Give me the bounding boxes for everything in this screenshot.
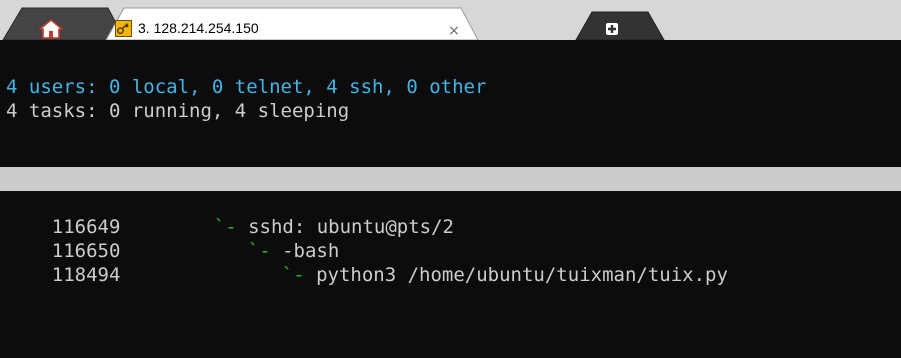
process-row[interactable]: 116559- sshd: ubuntu [priv] xyxy=(6,167,442,214)
process-row[interactable]: 116650 `- -bash xyxy=(6,215,340,262)
home-tab[interactable] xyxy=(2,7,126,40)
plus-icon[interactable] xyxy=(590,18,634,40)
process-row[interactable]: 118494 `- python3 /home/ubuntu/tuixman/tu… xyxy=(6,239,728,286)
process-pid: 118494 xyxy=(51,264,121,286)
process-command: python3 /home/ubuntu/tuixman/tuix.py xyxy=(316,264,728,286)
process-row[interactable]: 116649 `- sshd: ubuntu@pts/2 xyxy=(6,191,454,238)
home-icon[interactable] xyxy=(38,18,64,40)
tree-branch: `- xyxy=(281,264,317,286)
session-title: 3. 128.214.254.150 xyxy=(138,20,259,36)
key-icon xyxy=(115,20,132,37)
tab-bar: 3. 128.214.254.150 × xyxy=(0,0,901,40)
close-tab-icon[interactable]: × xyxy=(447,24,461,38)
terminal-screen[interactable]: 4 users: 0 local, 0 telnet, 4 ssh, 0 oth… xyxy=(0,40,901,358)
tasks-summary: 4 tasks: 0 running, 4 sleeping xyxy=(6,100,350,122)
users-summary: 4 users: 0 local, 0 telnet, 4 ssh, 0 oth… xyxy=(6,76,487,98)
